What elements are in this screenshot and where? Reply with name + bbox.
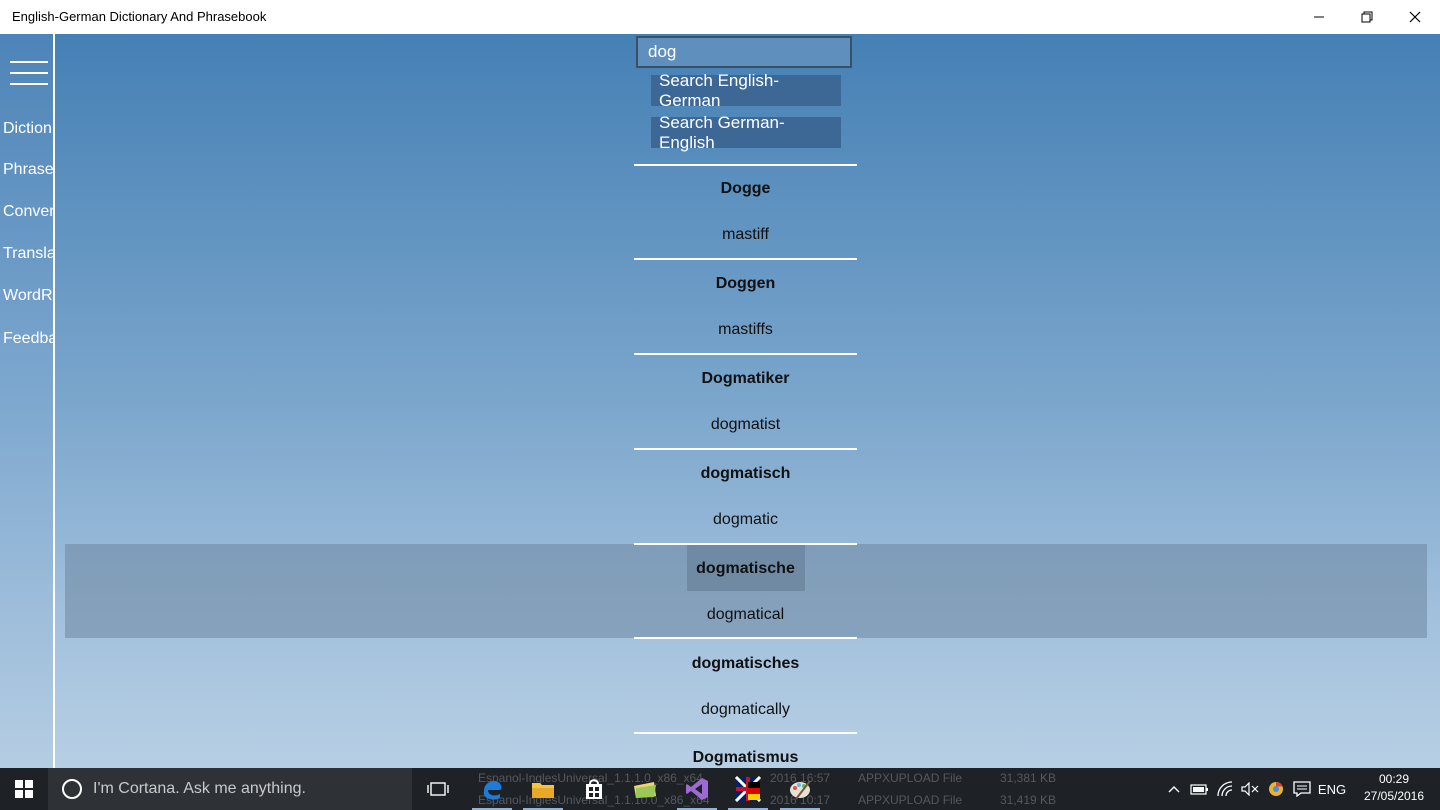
visual-studio-icon [686,778,708,800]
result-separator [634,164,857,166]
tray-app-button[interactable] [1264,768,1288,810]
result-german-word[interactable]: Doggen [634,275,857,293]
nav-item-translate[interactable]: Transla [3,245,53,263]
title-bar: English-German Dictionary And Phrasebook [0,0,1440,34]
windows-logo-icon [15,780,33,798]
background-file-type: APPXUPLOAD File [858,793,963,807]
task-view-button[interactable] [414,768,462,810]
battery-icon [1190,784,1208,795]
chevron-up-icon [1168,786,1180,793]
hamburger-icon [10,61,48,63]
background-file-type: APPXUPLOAD File [858,771,963,785]
hamburger-icon-bar [10,83,48,85]
folder-icon [532,783,554,798]
input-language-indicator[interactable]: ENG [1316,768,1348,810]
close-icon [1409,11,1421,23]
edge-browser-icon [483,781,502,800]
volume-button[interactable] [1238,768,1262,810]
clock-time: 00:29 [1378,772,1410,786]
store-icon [586,779,602,799]
battery-button[interactable] [1188,768,1212,810]
minimize-icon [1314,16,1324,18]
result-english-word[interactable]: dogmatist [634,416,857,434]
uk-germany-flag-icon [735,776,761,802]
wifi-icon [1217,781,1233,797]
app-content: Diction Phrases Conver Transla WordR Fee… [0,34,1440,768]
result-german-word[interactable]: Dogmatiker [634,370,857,388]
folder-green-icon [634,782,656,798]
cortana-icon [62,779,82,799]
window-title: English-German Dictionary And Phrasebook [12,9,267,24]
hamburger-icon-bar [10,72,48,74]
taskbar-dictionary-app-button[interactable] [724,768,772,810]
taskbar-app-button[interactable] [621,768,669,810]
chrome-icon [1269,782,1283,796]
result-english-word[interactable]: dogmatic [634,511,857,529]
taskbar-paint-button[interactable] [776,768,824,810]
task-view-icon [427,782,449,796]
result-separator [634,637,857,639]
taskbar-visual-studio-button[interactable] [673,768,721,810]
nav-item-wordreference[interactable]: WordR [3,287,53,305]
result-german-word[interactable]: Dogge [634,180,857,198]
search-box[interactable] [636,36,852,68]
taskbar-edge-button[interactable] [468,768,516,810]
minimize-button[interactable] [1296,0,1342,34]
clock[interactable]: 00:29 27/05/2016 [1356,771,1432,805]
result-separator [634,543,857,545]
show-hidden-icons-button[interactable] [1164,768,1184,810]
start-button[interactable] [0,768,48,810]
background-file-size: 31,381 KB [1000,771,1057,785]
result-german-word[interactable]: Dogmatismus [634,749,857,767]
action-center-button[interactable] [1290,768,1314,810]
taskbar-file-explorer-button[interactable] [519,768,567,810]
restore-button[interactable] [1344,0,1390,34]
result-separator [634,448,857,450]
result-english-word[interactable]: mastiff [634,226,857,244]
cortana-search-box[interactable]: I'm Cortana. Ask me anything. [48,768,412,810]
network-button[interactable] [1214,768,1238,810]
hamburger-menu-button[interactable] [10,61,48,85]
restore-icon [1361,11,1373,23]
result-english-word[interactable]: mastiffs [634,321,857,339]
nav-item-feedback[interactable]: Feedba [3,330,53,348]
result-separator [634,258,857,260]
search-input[interactable] [638,38,850,66]
nav-item-dictionary[interactable]: Diction [3,120,52,138]
background-file-size: 31,419 KB [1000,793,1057,807]
search-german-english-button[interactable]: Search German-English [651,113,841,152]
search-english-german-button[interactable]: Search English-German [651,71,841,110]
close-button[interactable] [1392,0,1438,34]
notification-icon [1293,781,1311,797]
result-english-word[interactable]: dogmatically [634,701,857,719]
result-english-word[interactable]: dogmatical [634,606,857,624]
clock-date: 27/05/2016 [1363,789,1425,803]
volume-muted-icon [1241,782,1259,796]
cortana-placeholder: I'm Cortana. Ask me anything. [93,780,306,797]
result-separator [634,732,857,734]
nav-pane: Diction Phrases Conver Transla WordR Fee… [0,34,55,768]
taskbar-store-button[interactable] [570,768,618,810]
result-german-word[interactable]: dogmatische [634,560,857,578]
nav-item-phrases[interactable]: Phrases [3,161,53,179]
result-separator [634,353,857,355]
result-german-word[interactable]: dogmatisches [634,655,857,673]
result-german-word[interactable]: dogmatisch [634,465,857,483]
taskbar: I'm Cortana. Ask me anything. Espanol-In… [0,768,1440,810]
nav-item-converter[interactable]: Conver [3,203,53,221]
paint-palette-icon [790,780,811,800]
